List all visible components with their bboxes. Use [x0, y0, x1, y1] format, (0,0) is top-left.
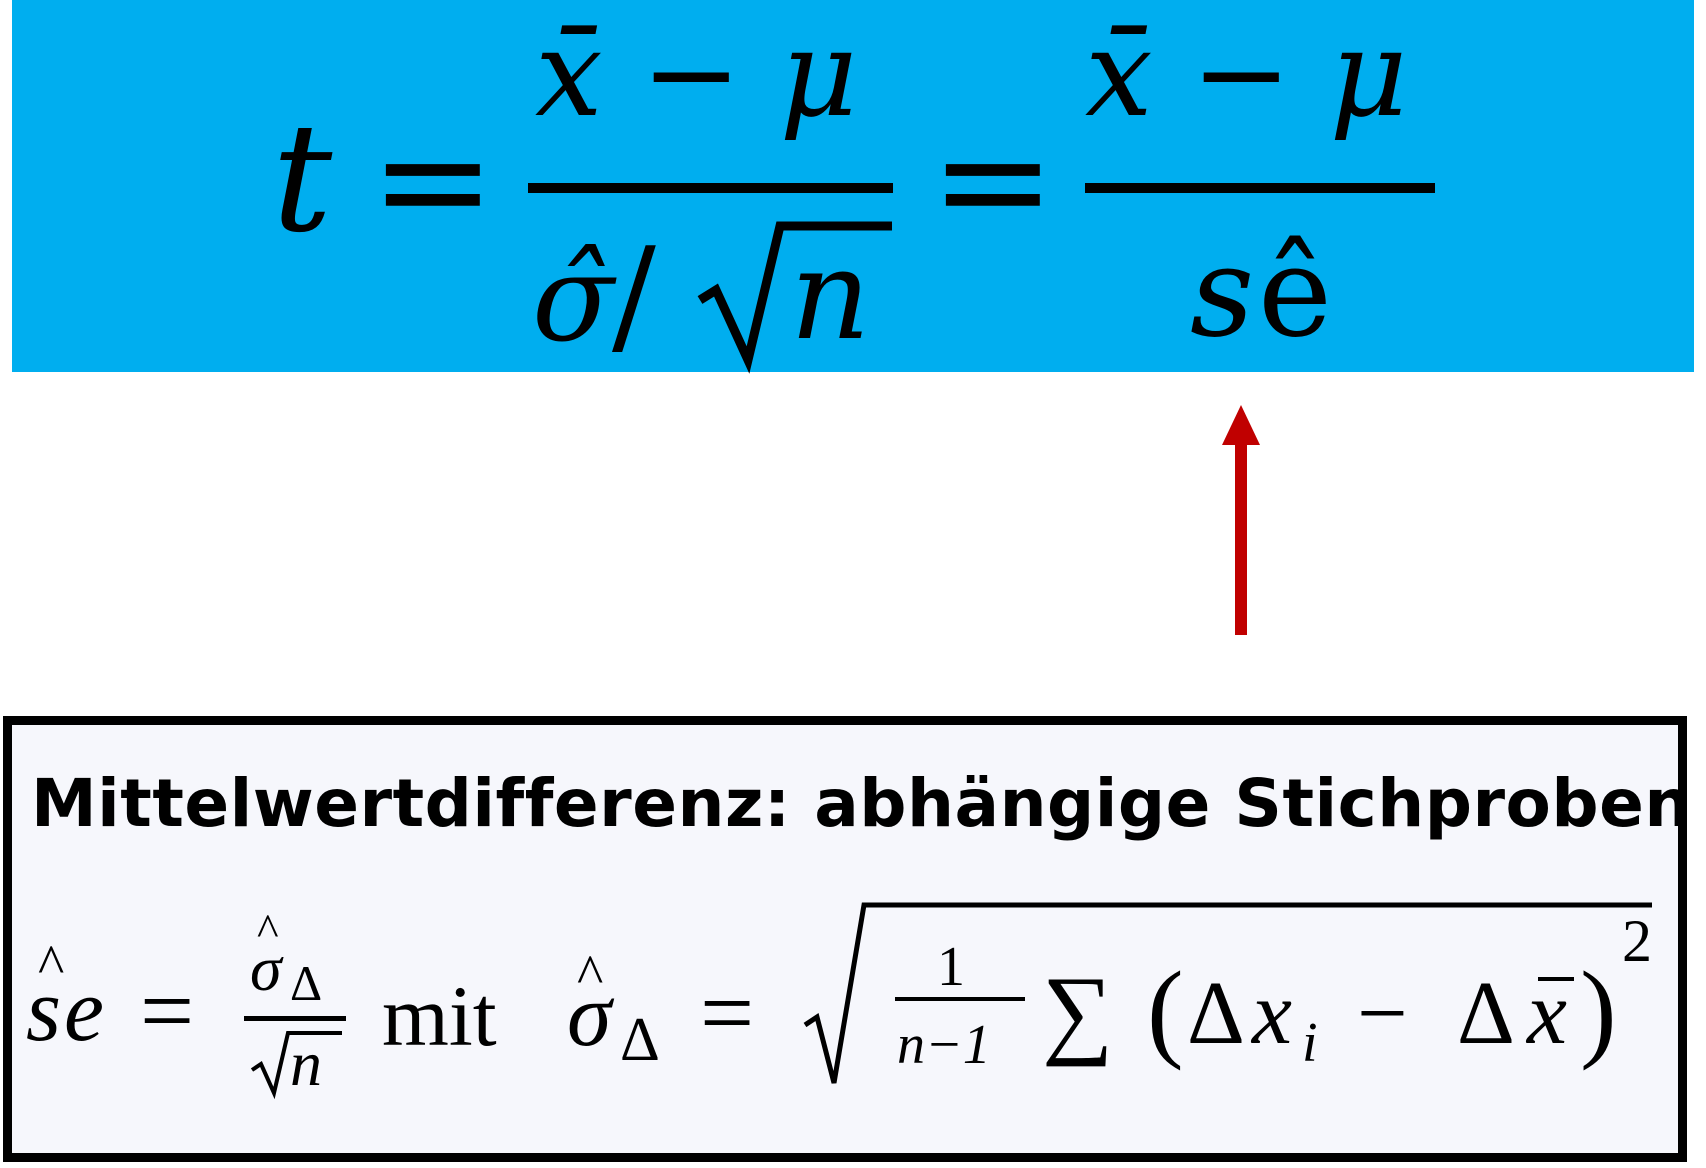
inner-frac-den: n−1 [897, 1014, 991, 1076]
fraction-1-bar [528, 183, 893, 193]
fraction-1-den-sigma: σ̂ [532, 230, 617, 369]
fraction-1-den-slash: / [612, 219, 656, 371]
box-title: Mittelwertdifferenz: abhängige Stichprob… [31, 765, 1692, 842]
paren-close: ) [1580, 949, 1617, 1071]
delta-1: Δ [1187, 964, 1245, 1063]
inner-frac-bar [895, 997, 1025, 1001]
fraction-1-numerator: x̄ − μ [535, 5, 858, 144]
frac-bar [244, 1016, 346, 1021]
x-i: x [1250, 964, 1292, 1063]
word-mit: mit [382, 968, 497, 1064]
fraction-2-bar [1085, 183, 1435, 193]
equals-sign-1: = [370, 94, 496, 268]
inner-frac-num: 1 [937, 936, 965, 998]
sum-symbol: ∑ [1042, 956, 1113, 1067]
equals-sign-4: = [700, 959, 754, 1066]
frac-num-sigma: σ [250, 933, 284, 1004]
standard-error-formula: s ^ e = ^ σ Δ n mit ^ σ Δ = 1 n−1 ∑ ( Δ … [26, 902, 1652, 1100]
frac-num-sub: Δ [290, 955, 322, 1011]
fraction-1-den-n: n [790, 223, 871, 368]
t-statistic-formula: t = x̄ − μ σ̂ / n = x̄ − μ s ê [272, 5, 1435, 374]
sub-i: i [1302, 1012, 1318, 1074]
equals-sign-3: = [140, 957, 194, 1064]
up-arrow-icon [1222, 405, 1260, 635]
x-bar-overline [1538, 977, 1574, 981]
delta-2: Δ [1457, 964, 1515, 1063]
sigma-sub: Δ [620, 1006, 660, 1074]
fraction-2-den-s: s [1190, 220, 1254, 365]
definition-box: Mittelwertdifferenz: abhängige Stichprob… [3, 716, 1691, 1162]
minus-sign: − [1357, 964, 1408, 1063]
se-e: e [64, 961, 104, 1060]
sigma: σ [567, 966, 615, 1065]
se-hat: ^ [38, 934, 64, 996]
fraction-2-numerator: x̄ − μ [1085, 5, 1408, 144]
formula-lhs: t [272, 92, 333, 266]
equals-sign-2: = [930, 94, 1056, 268]
frac-den-n: n [290, 1028, 322, 1099]
paren-open: ( [1147, 949, 1184, 1071]
fraction-2-den-e: ê [1258, 220, 1332, 365]
exponent: 2 [1622, 908, 1652, 974]
